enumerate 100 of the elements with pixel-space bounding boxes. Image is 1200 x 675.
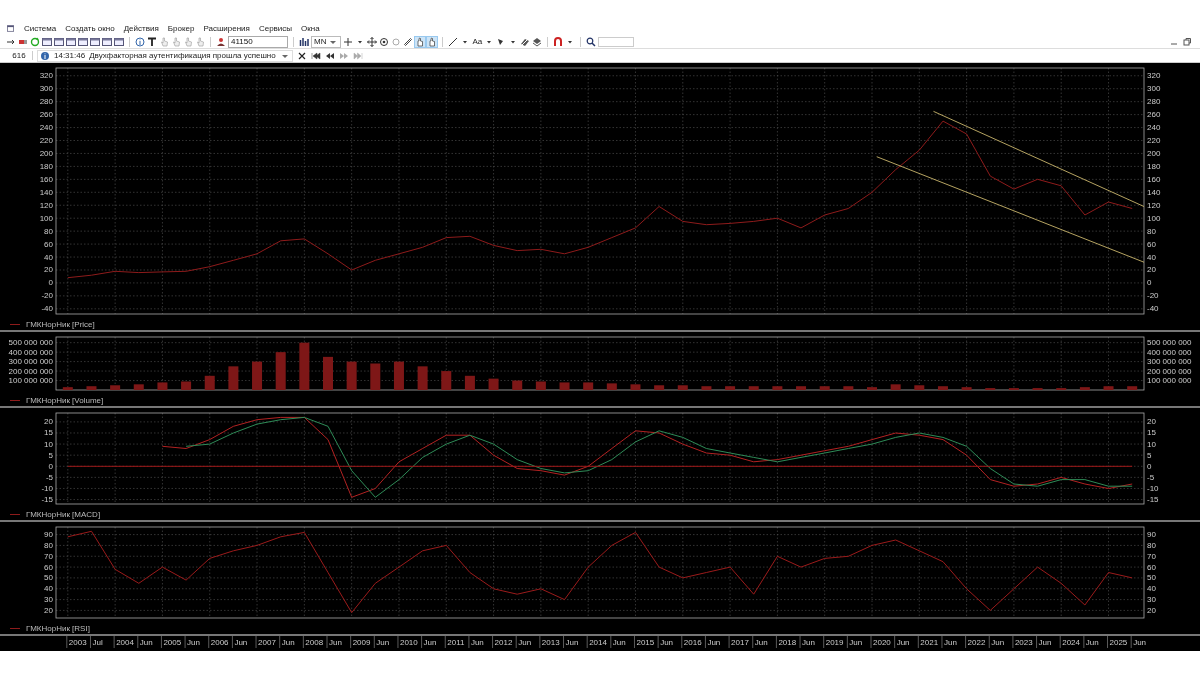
window-icon[interactable] [42,36,52,47]
menu-item[interactable]: Создать окно [65,24,115,33]
axis-tick-label: 120 [39,200,53,210]
axis-tick-label: 0 [1147,461,1152,471]
axis-tick-label: 300 [39,84,53,94]
close-icon[interactable] [297,50,307,61]
time-axis-label: Jun [376,638,390,647]
axis-tick-label: 80 [1147,226,1156,236]
axis-tick-label: 100 000 000 [8,376,53,386]
axis-tick-label: 0 [48,461,53,471]
axis-tick-label: 10 [1147,439,1156,449]
axis-tick-label: 320 [39,71,53,81]
axis-tick-label: 280 [1147,97,1161,107]
axis-tick-label: 40 [1147,584,1156,594]
window-icon[interactable] [114,36,124,47]
first-icon[interactable] [311,50,321,61]
hand-icon[interactable] [427,36,438,47]
volume-bar [62,387,73,390]
axis-tick-label: 5 [1147,450,1152,460]
legend-label: ГМКНорНик [RSI] [26,623,90,633]
hand-icon[interactable] [415,36,426,47]
axis-tick-label: 50 [1147,573,1156,583]
axis-tick-label: 20 [44,265,53,275]
move-icon[interactable] [367,36,378,47]
text-icon[interactable] [147,36,157,47]
search-field[interactable] [598,36,635,47]
restore-icon[interactable] [1182,36,1192,47]
axis-tick-label: 10 [44,439,53,449]
window-icon[interactable] [90,36,100,47]
volume-bar [654,385,665,390]
legend-line [10,627,20,629]
axis-tick-label: 90 [44,530,53,540]
time-axis-label: 2014 [589,638,607,647]
target-icon[interactable] [379,36,390,47]
font-button[interactable]: Aa [472,37,483,46]
time-axis-label: 2020 [873,638,891,647]
volume-bar [677,385,688,390]
volume-bar [252,361,263,390]
interval-dropdown[interactable]: MN [311,35,342,48]
axis-tick-label: 60 [44,239,53,249]
info-icon [40,50,50,61]
code-field[interactable]: 41150 [228,35,288,48]
volume-bar [441,371,452,390]
axis-tick-label: 70 [44,551,53,561]
refresh-icon[interactable] [30,36,40,47]
menu-item[interactable]: Действия [123,24,159,33]
axis-tick-label: -15 [41,495,53,505]
axis-tick-label: 0 [48,278,53,288]
time-axis-label: Jun [802,638,815,647]
search-icon[interactable] [586,36,597,47]
axis-tick-label: -5 [1147,472,1155,482]
info-icon[interactable] [135,36,145,47]
axis-tick-label: 20 [1147,417,1156,427]
layers-icon[interactable] [532,36,543,47]
magnet-icon[interactable] [553,36,564,47]
axis-tick-label: 200 000 000 [1147,366,1192,376]
message-dropdown[interactable]: 14:31:46 Двухфакторная аутентификация прошла успешно [37,49,293,62]
menu-item[interactable]: Система [24,24,57,33]
axis-tick-label: 20 [1147,605,1156,615]
axis-tick-label: 500 000 000 [8,338,53,348]
chart-icon[interactable] [299,36,309,47]
axis-tick-label: 120 [1147,200,1161,210]
window-icon[interactable] [54,36,64,47]
time-axis-label: Jun [849,638,863,647]
axis-tick-label: 400 000 000 [1147,347,1192,357]
volume-bar [748,386,759,390]
line-icon[interactable] [448,36,459,47]
volume-bar [535,381,546,390]
axis-tick-label: 220 [39,136,53,145]
window-icon[interactable] [102,36,112,47]
user-icon[interactable] [216,36,226,47]
volume-bar [133,384,144,390]
time-axis-label: 2017 [731,638,749,647]
menu-item[interactable]: Сервисы [258,24,293,33]
time-axis-label: Jun [896,638,910,647]
volume-bar [701,386,712,390]
axis-tick-label: 300 000 000 [8,357,53,367]
window-icon[interactable] [66,36,76,47]
volume-bar [583,382,594,390]
ruler-icon[interactable] [403,36,414,47]
menu-item[interactable]: Брокер [167,24,195,33]
volume-bar [370,363,381,390]
axis-tick-label: -10 [1147,483,1159,493]
axis-tick-label: 100 [1147,213,1161,223]
connection-code: 616 [6,51,33,60]
volume-bar [86,386,97,390]
time-axis-label: Jun [423,638,437,647]
menu-item[interactable]: Расширения [203,24,250,33]
window-icon[interactable] [78,36,88,47]
axis-tick-label: 220 [1147,136,1161,145]
time-axis-label: 2010 [399,638,418,647]
volume-bar [512,380,523,390]
menu-item[interactable]: Окна [301,24,320,33]
volume-bar [204,375,215,390]
back-icon[interactable] [325,50,335,61]
volume-bar [488,378,499,390]
crosshair-icon[interactable] [343,36,354,47]
time-axis-label: Jun [1133,638,1147,647]
volume-bar [843,386,854,390]
volume-bar [181,381,192,390]
